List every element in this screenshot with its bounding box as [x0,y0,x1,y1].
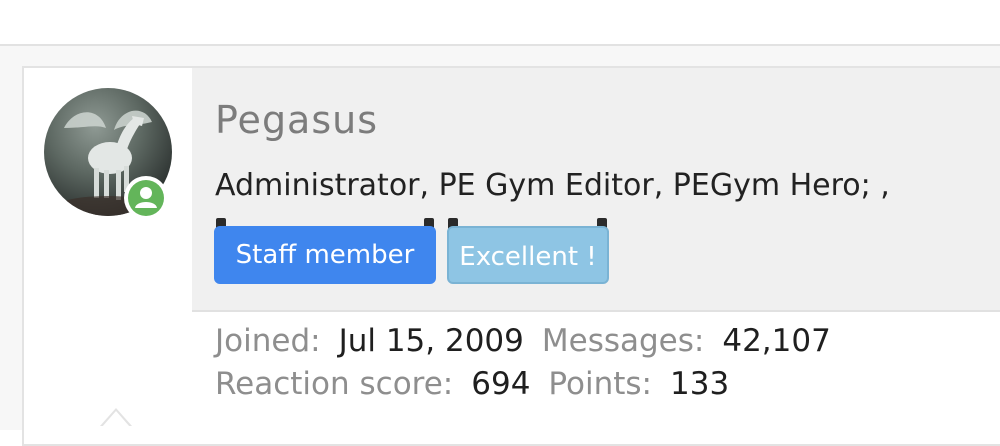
points-label: Points: [548,366,652,402]
member-stats: Joined: Jul 15, 2009 Messages: 42,107 React… [215,320,985,406]
user-icon [135,187,157,208]
joined-value: Jul 15, 2009 [338,323,524,359]
staff-member-banner: Staff member [214,226,436,284]
stats-row-1: Joined: Jul 15, 2009 Messages: 42,107 [215,320,985,363]
stats-row-2: Reaction score: 694 Points: 133 [215,363,985,406]
messages-value[interactable]: 42,107 [722,323,830,359]
joined-label: Joined: [215,323,321,359]
excellent-banner: Excellent ! [447,226,609,284]
points-value[interactable]: 133 [670,366,729,402]
reaction-score-label: Reaction score: [215,366,454,402]
username[interactable]: Pegasus [215,98,378,142]
tooltip-arrow-inner [102,411,130,427]
online-status-badge [124,176,168,220]
reaction-score-value[interactable]: 694 [471,366,530,402]
user-title: Administrator, PE Gym Editor, PEGym Hero… [215,168,890,203]
messages-label: Messages: [541,323,705,359]
top-bar [0,0,1000,46]
